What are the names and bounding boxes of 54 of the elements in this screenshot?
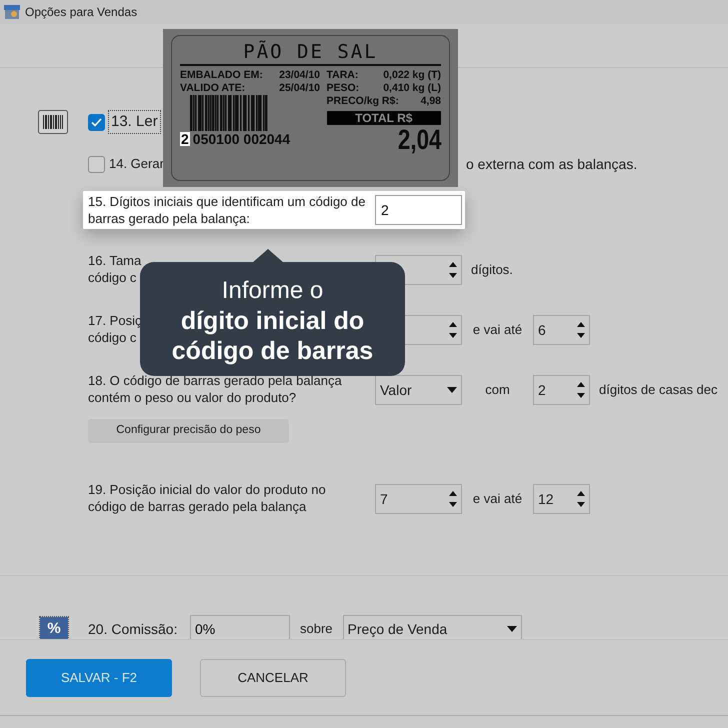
store-icon [4,4,20,20]
field-label: 17. Posiç código c [88,312,142,346]
field-text: com [484,381,511,400]
label-value: 4,98 [420,95,441,108]
input-field[interactable]: 2 [375,195,462,225]
field-label: 16. Tama código c [88,252,142,286]
window-title: Opções para Vendas [25,4,138,21]
cancel-button[interactable]: CANCELAR [200,658,346,696]
field-label: 20. Comissão: [88,620,178,638]
barcode-digit: 2 [180,132,190,146]
field-text: e vai até [472,490,524,508]
barcode-icon [38,110,68,134]
percent-icon: % [40,617,68,639]
field-label: 19. Posição inicial do valor do produto no código de barras gerado pela balança [88,481,326,516]
checkmark-icon [91,118,102,126]
label-text: VALIDO ATE: [180,82,246,95]
barcode-number: 050100 002044 [192,132,290,146]
total-value: 2,04 [396,125,441,155]
checkbox[interactable] [88,114,105,130]
input-field[interactable]: 0% [190,615,290,639]
spin-arrows-icon [577,381,585,399]
label-text: TARA: [326,69,358,82]
checkbox[interactable] [88,156,105,172]
total-header: TOTAL R$ [326,111,441,125]
field-text: sobre [300,620,333,638]
option-label: 13. Ler [108,110,161,134]
label-value: 0,410 kg (L) [383,82,441,95]
label-value: 23/04/10 [279,69,320,82]
spin-arrows-icon [449,490,457,508]
field-text: dígitos. [471,261,513,280]
label-value: 0,022 kg (T) [383,69,441,82]
spin-arrows-icon [449,261,457,279]
label-value: 25/04/10 [279,82,320,95]
field-label: 15. Dígitos iniciais que identificam um código de barras gerado pela balança: [88,193,366,227]
product-name: PÃO DE SAL [180,40,441,66]
dropdown[interactable]: Valor [375,375,462,405]
spinner-field[interactable]: 12 [533,484,590,514]
spinner-field[interactable]: 7 [375,484,462,514]
caret-icon [447,387,457,393]
option-label: o externa com as balanças. [466,154,638,174]
option-label: 14. Gerar [109,156,164,172]
config-button[interactable]: Configurar precisão do peso [88,419,289,443]
spin-arrows-icon [449,321,457,339]
field-text: e vai até [472,321,524,340]
caret-icon [506,626,517,632]
label-text: PRECO/kg R$: [326,95,399,108]
field-text: dígitos de casas dec [599,381,718,400]
label-text: PESO: [326,82,360,95]
spinner-field[interactable]: 6 [533,315,590,345]
label-text: EMBALADO EM: [180,69,263,82]
spin-arrows-icon [577,321,585,339]
spin-arrows-icon [577,490,585,508]
tooltip: Informe o dígito inicial do código de barras [140,262,405,376]
spinner-field[interactable]: 2 [533,375,590,405]
